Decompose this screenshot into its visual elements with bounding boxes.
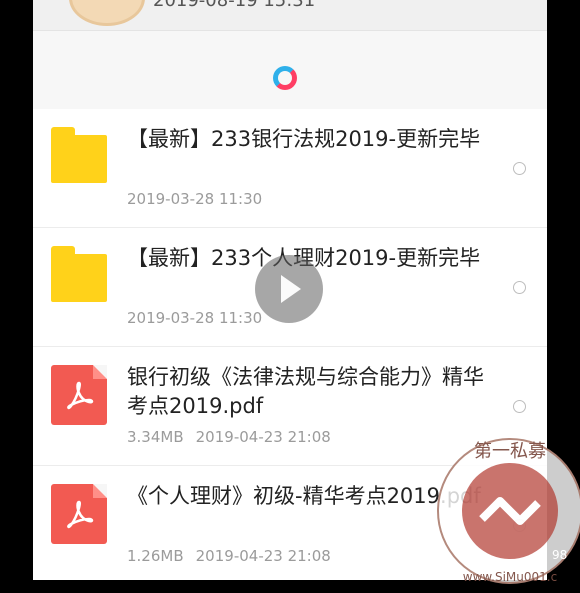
loading-area bbox=[33, 31, 547, 109]
file-row-folder-banking-law[interactable]: 【最新】233银行法规2019-更新完毕 2019-03-28 11:30 bbox=[33, 109, 547, 228]
file-title: 银行初级《法律法规与综合能力》精华考点2019.pdf bbox=[127, 365, 484, 418]
select-radio[interactable] bbox=[513, 400, 526, 413]
file-date: 2019-03-28 11:30 bbox=[127, 309, 263, 327]
file-size: 3.34MB bbox=[127, 428, 184, 446]
loading-spinner-icon bbox=[273, 66, 297, 90]
file-date: 2019-04-23 21:08 bbox=[195, 428, 331, 446]
select-radio[interactable] bbox=[513, 281, 526, 294]
folder-icon bbox=[51, 127, 107, 183]
file-title: 【最新】233银行法规2019-更新完毕 bbox=[127, 127, 481, 151]
watermark-bottom-text: www.SiMu001.c bbox=[463, 570, 557, 584]
file-date: 2019-04-23 21:08 bbox=[195, 547, 331, 565]
watermark-side-text: 98 bbox=[552, 548, 568, 562]
select-radio[interactable] bbox=[513, 162, 526, 175]
previous-item-time: 2019-08-19 15:31 bbox=[153, 0, 316, 11]
folder-icon bbox=[51, 246, 107, 302]
file-meta: 1.26MB 2019-04-23 21:08 bbox=[127, 547, 331, 565]
file-meta: 3.34MB 2019-04-23 21:08 bbox=[127, 428, 331, 446]
file-size: 1.26MB bbox=[127, 547, 184, 565]
file-date: 2019-03-28 11:30 bbox=[127, 190, 263, 208]
watermark-top-text: 第一私募 bbox=[474, 441, 546, 462]
pdf-icon bbox=[51, 484, 107, 544]
play-button[interactable] bbox=[255, 255, 323, 323]
previous-item[interactable]: 2019-08-19 15:31 bbox=[33, 0, 547, 31]
pdf-icon bbox=[51, 365, 107, 425]
watermark-seal: 第一私募 www.SiMu001.c bbox=[432, 433, 580, 589]
avatar bbox=[69, 0, 145, 26]
